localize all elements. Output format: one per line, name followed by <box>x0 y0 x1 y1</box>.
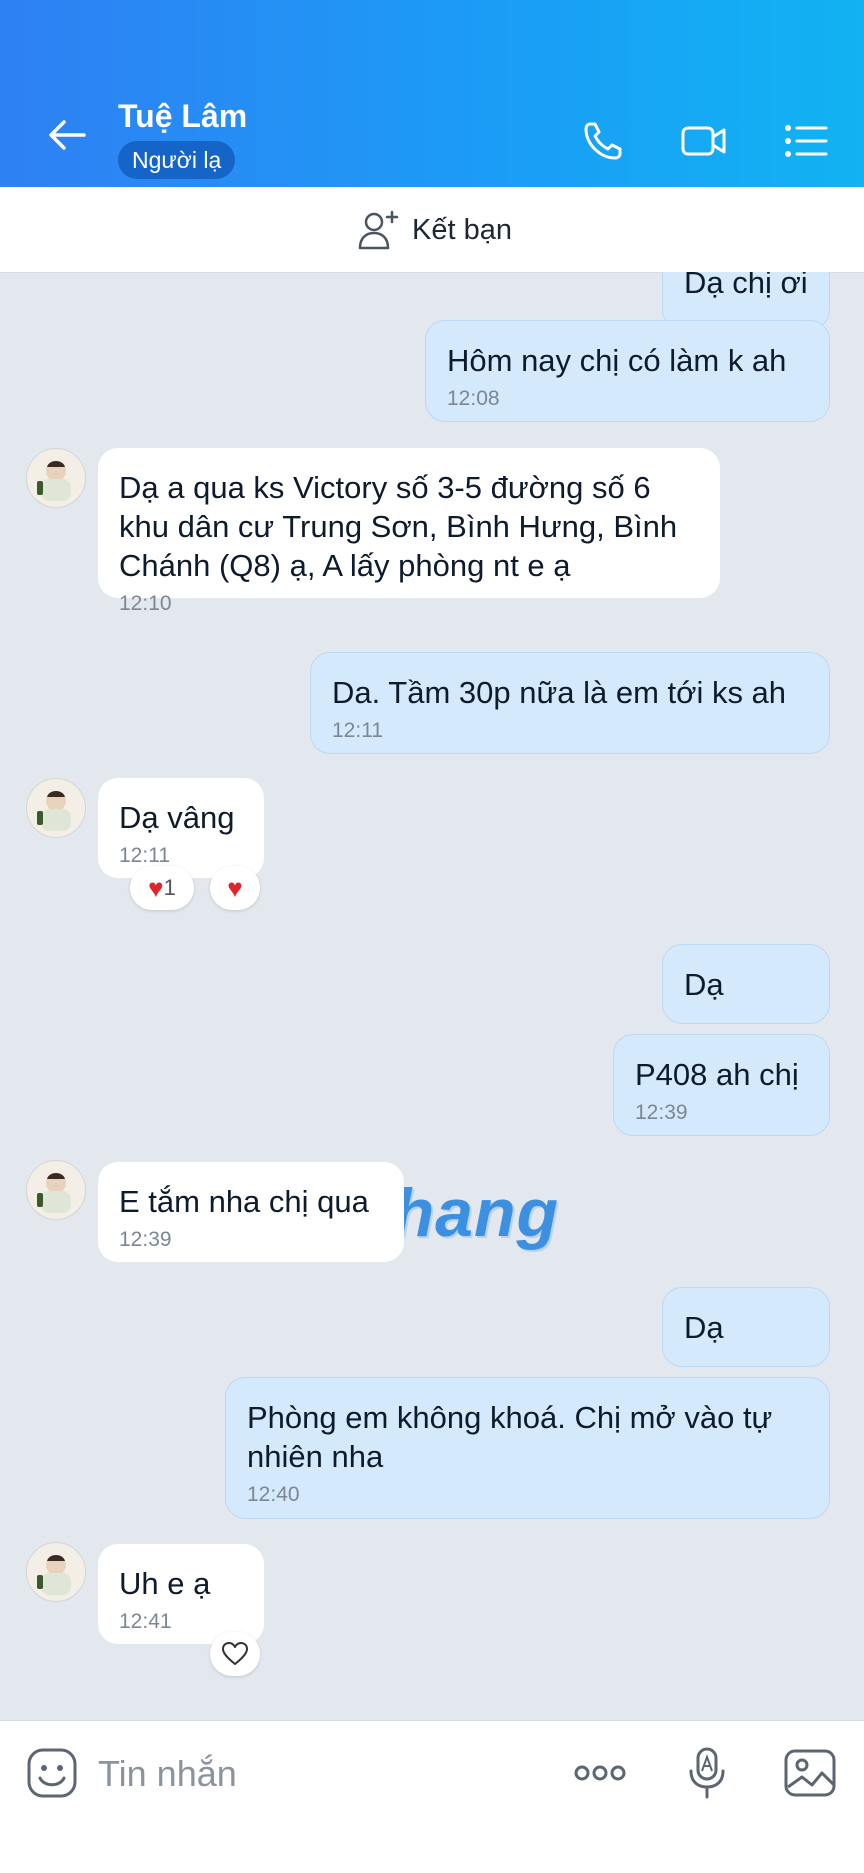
message-time: 12:11 <box>119 844 170 867</box>
message-bubble-incoming[interactable]: E tắm nha chị qua 12:39 <box>98 1162 404 1262</box>
message-bubble-outgoing[interactable]: Dạ <box>662 944 830 1024</box>
video-call-icon[interactable] <box>680 118 728 164</box>
heart-icon: ♥ <box>148 873 164 903</box>
message-text: Dạ <box>684 1310 724 1345</box>
chat-header: Tuệ Lâm Người lạ <box>0 0 864 187</box>
react-button[interactable]: ♥ <box>210 866 260 910</box>
message-bubble-incoming[interactable]: Uh e ạ 12:41 <box>98 1544 264 1644</box>
message-text: E tắm nha chị qua <box>119 1184 369 1219</box>
message-text: Dạ a qua ks Victory số 3-5 đường số 6 kh… <box>119 470 678 583</box>
message-time: 12:10 <box>119 592 172 615</box>
contact-avatar[interactable] <box>26 778 86 838</box>
voice-text-icon[interactable] <box>680 1745 736 1801</box>
contact-name[interactable]: Tuệ Lâm <box>118 98 247 135</box>
message-text: Phòng em không khoá. Chị mở vào tự nhiên… <box>247 1400 773 1474</box>
image-icon[interactable] <box>782 1745 838 1801</box>
contact-avatar[interactable] <box>26 448 86 508</box>
message-list[interactable]: Dạ chị ơi Hôm nay chị có làm k ah 12:08 … <box>0 272 864 1720</box>
react-button[interactable] <box>210 1632 260 1676</box>
message-text: Dạ chị ơi <box>684 272 808 300</box>
stranger-badge: Người lạ <box>118 141 236 179</box>
contact-avatar[interactable] <box>26 1542 86 1602</box>
message-text: Uh e ạ <box>119 1566 211 1601</box>
message-bubble-outgoing[interactable]: Da. Tầm 30p nữa là em tới ks ah 12:11 <box>310 652 830 754</box>
back-arrow-icon[interactable] <box>44 112 90 158</box>
message-bubble-incoming[interactable]: Dạ a qua ks Victory số 3-5 đường số 6 kh… <box>98 448 720 615</box>
message-bubble-incoming[interactable]: Dạ vâng 12:11 <box>98 778 264 878</box>
message-bubble-outgoing[interactable]: Phòng em không khoá. Chị mở vào tự nhiên… <box>225 1377 830 1519</box>
add-friend-label: Kết bạn <box>412 213 512 246</box>
heart-outline-icon <box>222 1642 248 1665</box>
add-friend-bar: Kết bạn <box>0 187 864 273</box>
heart-icon: ♥ <box>227 873 243 903</box>
message-text: Dạ <box>684 967 724 1002</box>
message-input[interactable] <box>96 1741 520 1807</box>
menu-list-icon[interactable] <box>782 118 830 164</box>
message-text: Da. Tầm 30p nữa là em tới ks ah <box>332 675 787 710</box>
add-friend-icon <box>358 210 399 250</box>
reaction-summary[interactable]: ♥ 1 <box>130 866 194 910</box>
message-time: 12:39 <box>119 1228 172 1251</box>
phone-icon[interactable] <box>580 118 628 164</box>
message-time: 12:08 <box>447 387 500 410</box>
message-text: Hôm nay chị có làm k ah <box>447 343 787 378</box>
message-bubble-outgoing[interactable]: Hôm nay chị có làm k ah 12:08 <box>425 320 830 422</box>
add-friend-button[interactable]: Kết bạn <box>354 206 512 254</box>
more-icon[interactable] <box>572 1745 628 1801</box>
emoji-icon[interactable] <box>26 1747 78 1799</box>
message-text: Dạ vâng <box>119 800 235 835</box>
message-time: 12:40 <box>247 1483 300 1506</box>
message-time: 12:11 <box>332 719 383 742</box>
message-time: 12:41 <box>119 1610 172 1633</box>
message-bubble-outgoing[interactable]: P408 ah chị 12:39 <box>613 1034 830 1136</box>
contact-avatar[interactable] <box>26 1160 86 1220</box>
message-text: P408 ah chị <box>635 1057 799 1092</box>
message-time: 12:39 <box>635 1101 688 1124</box>
reaction-count: 1 <box>163 875 176 900</box>
message-input-bar <box>0 1720 864 1873</box>
message-bubble-outgoing[interactable]: Dạ <box>662 1287 830 1367</box>
